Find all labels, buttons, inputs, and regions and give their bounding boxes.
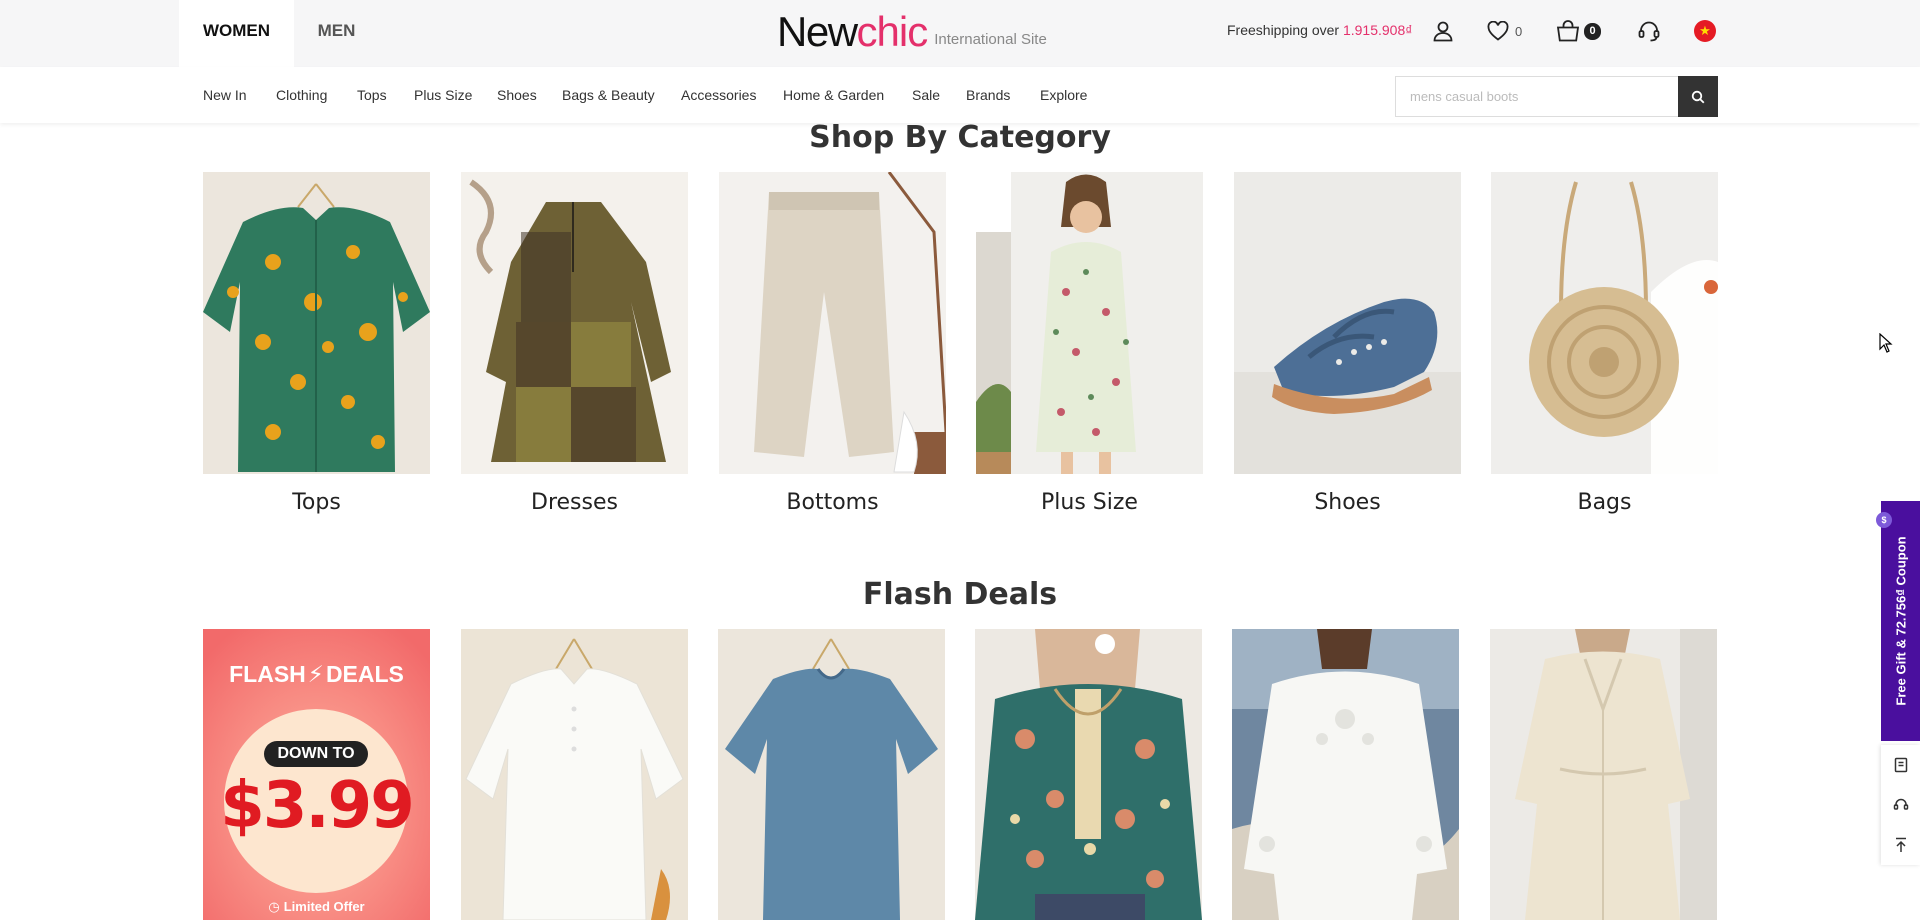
nav-item-accessories[interactable]: Accessories	[681, 87, 756, 103]
cart-button[interactable]: 0	[1556, 17, 1601, 45]
coupon-tab-text: Free Gift & 72.756₫ Coupon	[1893, 536, 1908, 706]
flash-deal-product-white-blouse[interactable]	[461, 629, 688, 920]
search-icon	[1691, 90, 1705, 103]
free-gift-coupon-tab[interactable]: Free Gift & 72.756₫ Coupon	[1881, 501, 1920, 741]
category-card-dresses[interactable]: Dresses	[461, 172, 688, 515]
search-button[interactable]	[1678, 76, 1718, 117]
tab-men[interactable]: MEN	[294, 0, 379, 67]
flash-headline-part2: DEALS	[325, 661, 404, 687]
flash-headline-part1: FLASH	[229, 661, 306, 687]
category-card-plus-size[interactable]: Plus Size	[976, 172, 1203, 515]
category-label-bottoms: Bottoms	[786, 490, 879, 515]
headset-icon	[1893, 798, 1908, 810]
logo-part-new: New	[777, 8, 858, 55]
flash-deals-banner[interactable]: FLASH⚡DEALS DOWN TO $3.99 ◷ Limited Offer	[203, 629, 430, 920]
flash-deal-product-paisley-top[interactable]	[975, 629, 1202, 920]
notes-icon	[1894, 757, 1907, 773]
side-support-button[interactable]	[1881, 785, 1920, 825]
top-header: WOMEN MEN New chic International Site Fre…	[0, 0, 1920, 67]
down-to-pill: DOWN TO	[264, 741, 368, 767]
category-image-plus-size	[976, 172, 1203, 474]
freeshipping-notice: Freeshipping over 1.915.908₫	[1227, 22, 1412, 38]
nav-item-new-in[interactable]: New In	[203, 87, 247, 103]
category-label-shoes: Shoes	[1314, 490, 1381, 515]
nav-item-shoes[interactable]: Shoes	[497, 87, 537, 103]
flash-deals-headline: FLASH⚡DEALS	[229, 661, 404, 687]
flash-deal-product-blue-top[interactable]	[718, 629, 945, 920]
cart-icon	[1556, 20, 1580, 42]
tab-women[interactable]: WOMEN	[179, 0, 294, 67]
category-card-tops[interactable]: Tops	[203, 172, 430, 515]
newchic-logo[interactable]: New chic International Site	[777, 8, 1047, 55]
nav-item-bags-beauty[interactable]: Bags & Beauty	[562, 87, 655, 103]
nav-item-sale[interactable]: Sale	[912, 87, 940, 103]
cart-count-badge: 0	[1584, 22, 1601, 40]
support-icon[interactable]	[1637, 17, 1661, 45]
main-nav: New In Clothing Tops Plus Size Shoes Bag…	[0, 67, 1920, 123]
limited-offer-tag: ◷ Limited Offer	[268, 899, 365, 914]
flash-deal-product-white-lace-top[interactable]	[1232, 629, 1459, 920]
side-tool-rail	[1881, 745, 1920, 865]
category-card-bottoms[interactable]: Bottoms	[719, 172, 946, 515]
side-notes-button[interactable]	[1881, 745, 1920, 785]
category-image-shoes	[1234, 172, 1461, 474]
nav-item-home-garden[interactable]: Home & Garden	[783, 87, 884, 103]
freeshipping-text: Freeshipping over	[1227, 22, 1343, 38]
nav-item-brands[interactable]: Brands	[966, 87, 1010, 103]
flash-deal-product-cream-dress[interactable]	[1490, 629, 1717, 920]
nav-item-clothing[interactable]: Clothing	[276, 87, 327, 103]
flash-deals-price: $3.99	[220, 769, 414, 843]
category-image-dresses	[461, 172, 688, 474]
category-label-dresses: Dresses	[531, 490, 618, 515]
category-label-tops: Tops	[292, 490, 341, 515]
category-image-bags	[1491, 172, 1718, 474]
category-card-shoes[interactable]: Shoes	[1234, 172, 1461, 515]
nav-item-explore[interactable]: Explore	[1040, 87, 1087, 103]
shop-by-category-title: Shop By Category	[809, 120, 1111, 155]
wishlist-count: 0	[1515, 23, 1523, 39]
nav-item-plus-size[interactable]: Plus Size	[414, 87, 472, 103]
search-input[interactable]	[1395, 76, 1678, 117]
arrow-up-icon	[1895, 837, 1906, 852]
logo-subtitle: International Site	[934, 31, 1047, 48]
limited-offer-text: Limited Offer	[283, 899, 365, 914]
category-card-bags[interactable]: Bags	[1491, 172, 1718, 515]
wishlist-button[interactable]: 0	[1487, 17, 1522, 45]
category-image-bottoms	[719, 172, 946, 474]
vietnam-flag-icon[interactable]: ★	[1694, 17, 1716, 45]
category-label-bags: Bags	[1577, 490, 1632, 515]
category-image-tops	[203, 172, 430, 474]
back-to-top-button[interactable]	[1881, 825, 1920, 865]
flash-deals-title: Flash Deals	[862, 577, 1058, 612]
category-label-plus-size: Plus Size	[1041, 490, 1138, 515]
mouse-cursor-icon	[1879, 332, 1893, 358]
freeshipping-amount: 1.915.908₫	[1342, 22, 1413, 38]
account-icon[interactable]	[1432, 17, 1454, 45]
logo-part-chic: chic	[856, 8, 929, 55]
heart-icon	[1487, 21, 1509, 41]
country-flag: ★	[1694, 20, 1716, 42]
coin-badge-icon: $	[1876, 512, 1892, 528]
nav-item-tops[interactable]: Tops	[357, 87, 387, 103]
